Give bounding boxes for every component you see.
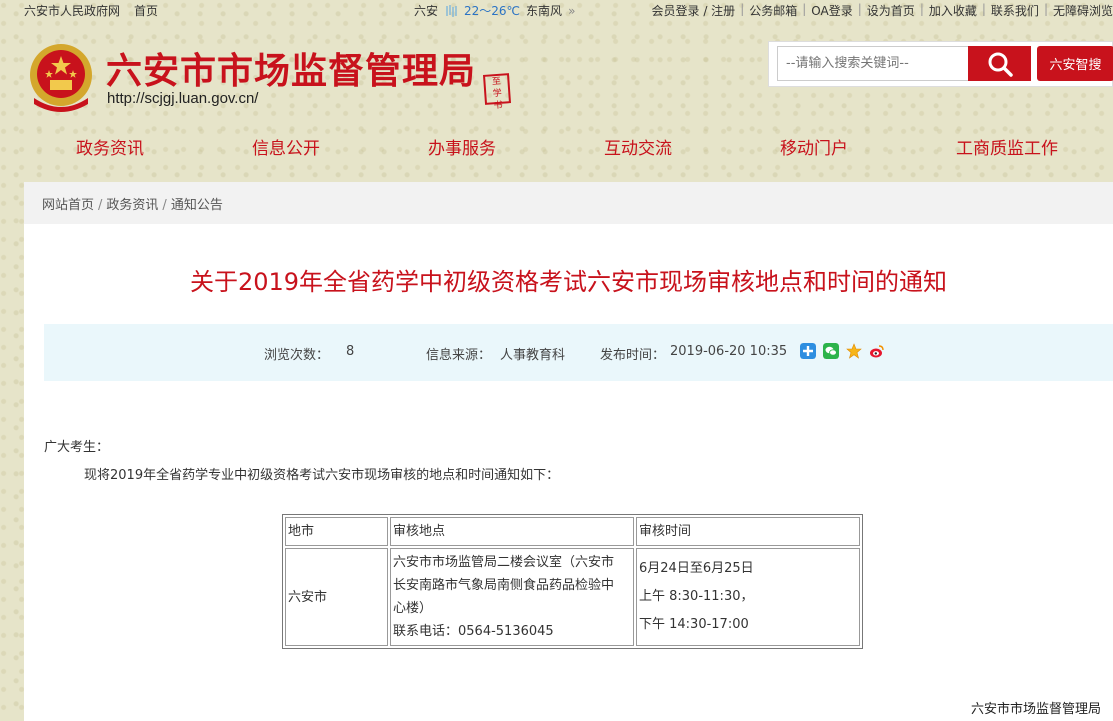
table-row: 六安市 六安市市场监管局二楼会议室（六安市 长安南路市气象局南侧食品药品检验中 …	[285, 548, 860, 646]
gov-site-link[interactable]: 六安市人民政府网	[24, 2, 120, 19]
nav-item-disclosure[interactable]: 信息公开	[252, 134, 320, 159]
source-value: 人事教育科	[500, 348, 566, 363]
article-title: 关于2019年全省药学中初级资格考试六安市现场审核地点和时间的通知	[189, 268, 948, 296]
review-schedule-table: 地市 审核地点 审核时间 六安市 六安市市场监管局二楼会议室（六安市 长安南路市…	[282, 514, 863, 649]
weather-widget: 六安 22～26℃ 东南风 »	[414, 2, 575, 19]
views-label: 浏览次数：	[264, 348, 330, 363]
weather-temp: 22～26℃	[464, 4, 521, 18]
main-nav: 政务资讯 信息公开 办事服务 互动交流 移动门户 工商质监工作	[0, 134, 1113, 170]
weather-more-icon[interactable]: »	[568, 4, 575, 18]
top-link-6[interactable]: 无障碍浏览	[1053, 2, 1113, 19]
nav-item-interaction[interactable]: 互动交流	[604, 134, 672, 159]
top-link-4[interactable]: 加入收藏	[929, 2, 977, 19]
time-label: 发布时间：	[600, 348, 666, 363]
top-links: 会员登录 / 注册 | 公务邮箱 | OA登录 | 设为首页 | 加入收藏 | 联系我们 | 无障碍浏览	[652, 2, 1113, 19]
site-title: 六安市市场监督管理局	[106, 51, 477, 92]
nav-item-mobile[interactable]: 移动门户	[780, 134, 848, 159]
weather-wind: 东南风	[526, 4, 563, 18]
top-link-5[interactable]: 联系我们	[991, 2, 1039, 19]
source-label: 信息来源：	[426, 348, 492, 363]
top-link-3[interactable]: 设为首页	[867, 2, 915, 19]
nav-item-services[interactable]: 办事服务	[428, 134, 496, 159]
site-url: http://scjgj.luan.gov.cn/	[107, 90, 259, 107]
header-time: 审核时间	[636, 517, 860, 546]
top-link-1[interactable]: 公务邮箱	[749, 2, 797, 19]
top-link-separator: |	[981, 2, 986, 16]
top-link-separator: |	[802, 2, 807, 16]
breadcrumb: 网站首页 / 政务资讯 / 通知公告	[24, 182, 1113, 224]
top-link-separator: |	[857, 2, 862, 16]
national-emblem-icon	[30, 44, 92, 112]
top-link-2[interactable]: OA登录	[811, 2, 852, 19]
breadcrumb-news[interactable]: 政务资讯	[106, 198, 158, 213]
top-link-separator: |	[740, 2, 745, 16]
nav-item-quality-work[interactable]: 工商质监工作	[956, 134, 1058, 159]
content-panel: 网站首页 / 政务资讯 / 通知公告 关于2019年全省药学中初级资格考试六安市现场审核…	[24, 182, 1113, 721]
breadcrumb-notices[interactable]: 通知公告	[171, 198, 223, 213]
contact-phone: 联系电话：0564-5136045	[393, 624, 554, 639]
search-box: 六安智搜	[768, 41, 1113, 87]
cell-time: 6月24日至6月25日 上午 8:30-11:30， 下午 14:30-17:0…	[636, 548, 860, 646]
nav-item-news[interactable]: 政务资讯	[76, 134, 144, 159]
wechat-icon[interactable]	[823, 343, 839, 359]
top-bar: 六安市人民政府网 首页 六安 22～26℃ 东南风 » 会员登录 / 注册 | 公务…	[0, 0, 1113, 20]
cell-city: 六安市	[285, 548, 388, 646]
top-link-0[interactable]: 会员登录 / 注册	[652, 2, 736, 19]
article-meta: 浏览次数： 8 信息来源： 人事教育科 发布时间： 2019-06-20 10:…	[44, 324, 1113, 381]
time-value: 2019-06-20 10:35	[670, 344, 788, 359]
intro-paragraph: 现将2019年全省药学专业中初级资格考试六安市现场审核的地点和时间通知如下：	[84, 468, 560, 483]
views-count: 8	[346, 344, 355, 359]
cell-place: 六安市市场监管局二楼会议室（六安市 长安南路市气象局南侧食品药品检验中 心楼） …	[390, 548, 634, 646]
table-header-row: 地市 审核地点 审核时间	[285, 517, 860, 546]
rain-icon	[446, 4, 457, 17]
weibo-icon[interactable]	[869, 343, 885, 359]
share-buttons	[800, 343, 885, 359]
calligraphy-seal: 至 学 书	[482, 73, 512, 111]
signature-org: 六安市市场监督管理局	[970, 702, 1101, 717]
greeting-text: 广大考生：	[44, 440, 110, 455]
home-link[interactable]: 首页	[134, 2, 158, 19]
smart-search-button[interactable]: 六安智搜	[1037, 46, 1113, 81]
header-city: 地市	[285, 517, 388, 546]
weather-city: 六安	[414, 4, 439, 18]
search-input[interactable]	[777, 46, 969, 81]
header-place: 审核地点	[390, 517, 634, 546]
share-more-icon[interactable]	[800, 343, 816, 359]
breadcrumb-home[interactable]: 网站首页	[42, 198, 94, 213]
top-link-separator: |	[1043, 2, 1048, 16]
search-icon	[988, 52, 1013, 77]
top-link-separator: |	[919, 2, 924, 16]
qzone-star-icon[interactable]	[846, 343, 862, 359]
search-button[interactable]	[968, 46, 1031, 81]
